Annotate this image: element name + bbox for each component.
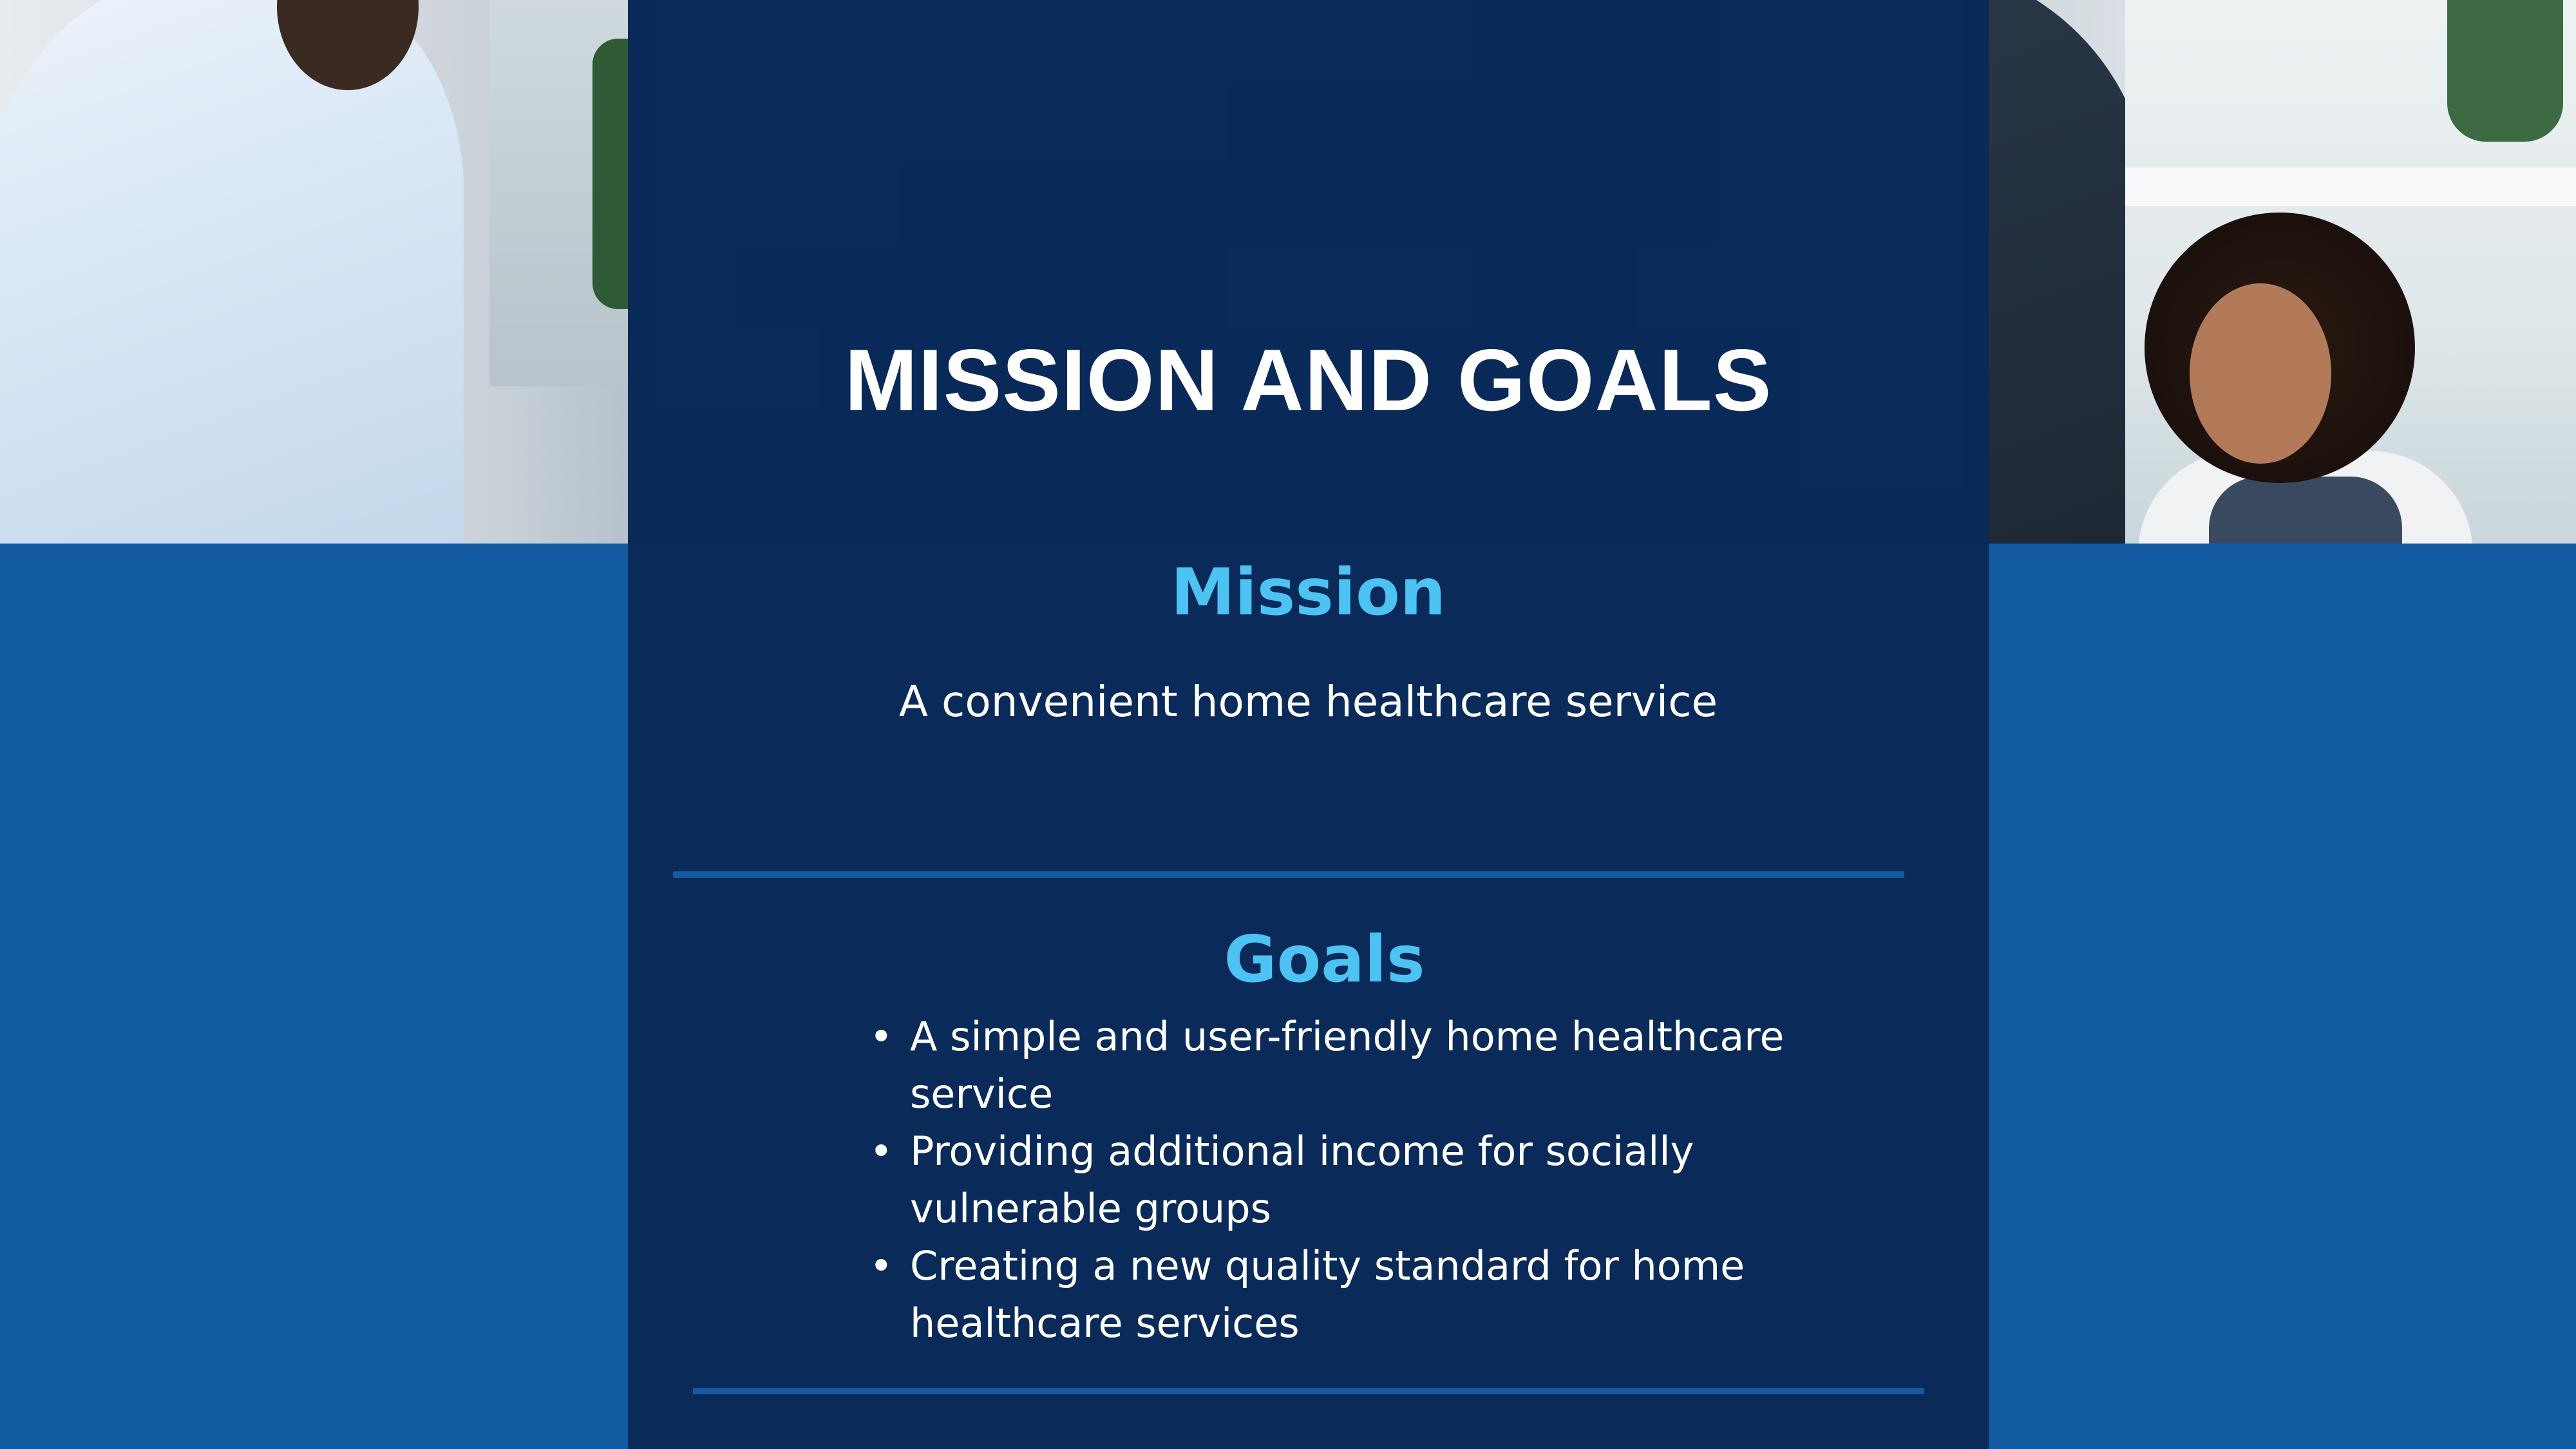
divider-bottom <box>693 1388 1924 1394</box>
goal-item: • Creating a new quality standard for ho… <box>869 1237 1835 1352</box>
bullet: • <box>869 1128 893 1175</box>
bullet: • <box>869 1242 893 1289</box>
goal-item: • A simple and user-friendly home health… <box>869 1008 1835 1122</box>
goals-heading: Goals <box>1224 922 1425 997</box>
goal-text: A simple and user-friendly home healthca… <box>910 1013 1785 1117</box>
slide-title: MISSION AND GOALS <box>844 331 1772 429</box>
divider-top <box>673 871 1904 878</box>
photo-overlay <box>628 0 1989 544</box>
goal-item: • Providing additional income for social… <box>869 1122 1835 1237</box>
bullet: • <box>869 1013 893 1060</box>
mission-text: A convenient home healthcare service <box>898 677 1718 726</box>
mission-heading: Mission <box>1170 554 1446 630</box>
goal-text: Providing additional income for socially… <box>910 1128 1694 1232</box>
slide: MISSION AND GOALS Mission A convenient h… <box>0 0 2576 1449</box>
person-left-shirt <box>0 0 464 544</box>
right-plant <box>2447 0 2563 142</box>
goal-text: Creating a new quality standard for home… <box>910 1242 1745 1347</box>
person-right-face <box>2190 283 2331 464</box>
goals-list: • A simple and user-friendly home health… <box>869 1008 1835 1352</box>
right-rail <box>2125 167 2576 206</box>
person-right-vest <box>2209 477 2402 544</box>
